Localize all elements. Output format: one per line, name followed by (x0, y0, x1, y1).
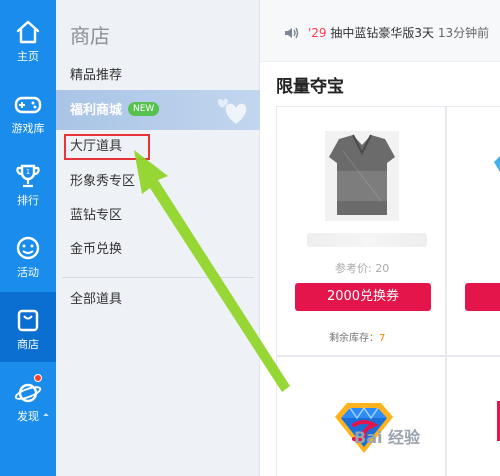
nav-item-games[interactable]: 游戏库 (0, 76, 56, 146)
nav-label: 活动 (17, 266, 39, 279)
nav-label: 排行 (17, 194, 39, 207)
nav-item-shop[interactable]: 商店 (0, 292, 56, 362)
sidebar-item-welfare-mall[interactable]: 福利商城 NEW (56, 90, 260, 130)
redeem-button[interactable] (465, 283, 500, 311)
gamepad-icon (14, 96, 42, 114)
sidebar-item-featured[interactable]: 精品推荐 (70, 64, 122, 88)
watermark: Bai 经验 (354, 428, 421, 447)
nav-item-home[interactable]: 主页 (0, 4, 56, 74)
highlight-box (64, 134, 150, 160)
notice-time: '29 (308, 26, 327, 40)
speaker-icon (285, 27, 299, 39)
sidebar-item-coin-exchange[interactable]: 金币兑换 (70, 238, 122, 262)
section-title: 限量夺宝 (276, 77, 344, 97)
nav-item-events[interactable]: 活动 (0, 220, 56, 290)
shirt-product-image (325, 131, 399, 221)
product-name-blurred (307, 233, 427, 247)
sidebar-title: 商店 (70, 24, 110, 48)
shopping-bag-icon (17, 309, 39, 332)
product-card[interactable] (446, 356, 500, 476)
sidebar-item-label: 福利商城 (70, 103, 123, 118)
notification-dot (34, 374, 42, 382)
product-card[interactable]: 参考价: 20 2000兑换券 剩余库存：7 (276, 106, 446, 356)
redeem-button[interactable]: 2000兑换券 (295, 283, 431, 311)
main-nav: 主页 游戏库 1 排行 活动 商店 发现 (0, 0, 56, 476)
nav-label: 游戏库 (11, 122, 45, 135)
main-content: '29 抽中蓝钻豪华版3天 13分钟前 限量夺宝 参考价: 20 2000兑换券… (260, 0, 500, 476)
product-card[interactable] (446, 106, 500, 356)
sidebar-item-all-items[interactable]: 全部道具 (70, 288, 122, 312)
svg-text:1: 1 (26, 168, 30, 176)
notice-bar: '29 抽中蓝钻豪华版3天 13分钟前 (260, 0, 500, 62)
nav-item-ranking[interactable]: 1 排行 (0, 148, 56, 218)
sidebar-divider (62, 277, 254, 278)
smiley-icon (16, 236, 40, 260)
stock-info: 剩余库存：7 (329, 329, 385, 344)
shop-sidebar: 商店 精品推荐 福利商城 NEW 大厅道具 形象秀专区 蓝钻专区 金币兑换 全部… (56, 0, 260, 476)
product-card[interactable] (276, 356, 446, 476)
nav-label: 主页 (17, 50, 39, 63)
stock-label: 剩余库存： (329, 333, 379, 344)
sidebar-item-blue-diamond[interactable]: 蓝钻专区 (70, 204, 122, 228)
notice-text: '29 抽中蓝钻豪华版3天 13分钟前 (308, 24, 489, 41)
nav-item-discover[interactable]: 发现 (0, 364, 56, 434)
trophy-icon: 1 (16, 164, 40, 188)
diamond-icon (494, 156, 500, 172)
home-icon (16, 20, 40, 44)
stock-count: 7 (379, 333, 386, 344)
nav-label: 商店 (17, 338, 39, 351)
sidebar-item-avatar-zone[interactable]: 形象秀专区 (70, 170, 135, 194)
notice-ago: 13分钟前 (437, 26, 490, 40)
app-window: 主页 游戏库 1 排行 活动 商店 发现 商店 精品推荐 福利商城 NEW 大厅… (0, 0, 500, 476)
reference-price: 参考价: 20 (335, 262, 390, 275)
hearts-decoration-icon (217, 98, 247, 124)
new-badge: NEW (128, 102, 160, 116)
notice-message: 抽中蓝钻豪华版3天 (330, 26, 435, 40)
